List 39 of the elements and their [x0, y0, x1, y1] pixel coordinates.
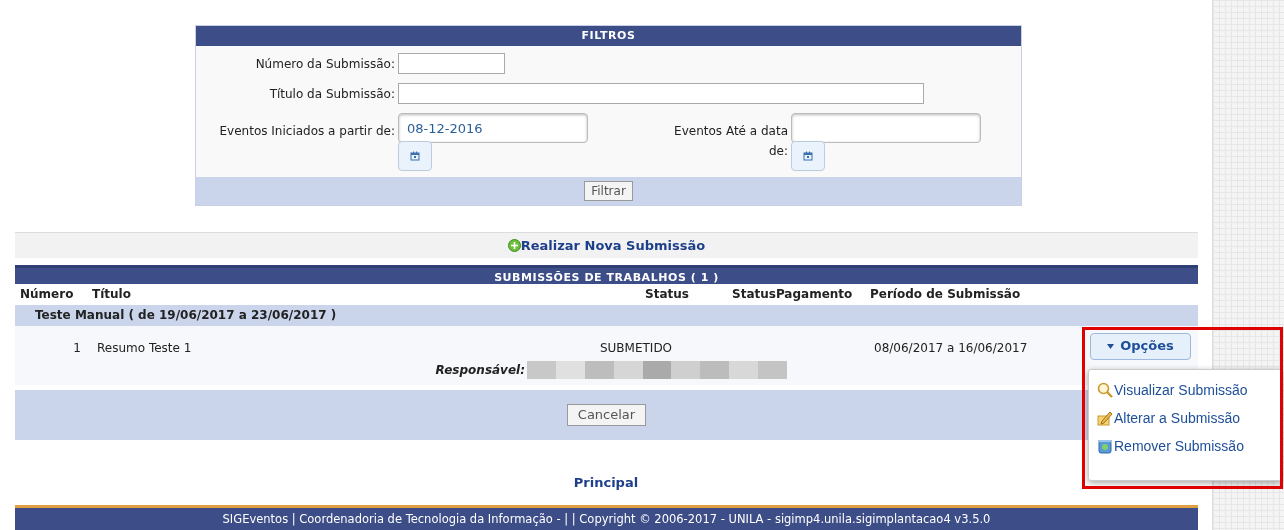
pencil-icon — [1097, 410, 1113, 426]
trash-icon — [1097, 438, 1113, 454]
table-cell-text: 08/06/2017 a 16/06/2017 — [874, 339, 1028, 357]
new-submission-link[interactable]: Realizar Nova Submissão — [507, 235, 706, 255]
menu-item[interactable]: Alterar a Submissão — [1097, 408, 1241, 428]
calendar-icon — [803, 151, 813, 161]
column-header: Número — [19, 286, 75, 303]
field-label: Título da Submissão: — [268, 85, 395, 103]
table-header: SUBMISSÕES DE TRABALHOS ( 1 ) — [15, 264, 1198, 284]
caret-icon — [1107, 343, 1115, 349]
calendar-icon — [410, 151, 420, 161]
group-row: Teste Manual ( de 19/06/2017 a 23/06/2017 ) — [15, 304, 1198, 326]
input-field[interactable] — [398, 83, 924, 104]
column-header: Status — [645, 286, 690, 303]
column-header: Período de Submissão — [870, 286, 1022, 303]
date-field[interactable] — [791, 113, 981, 143]
column-header: Título — [92, 286, 132, 303]
cancel-button[interactable]: Cancelar — [566, 403, 647, 426]
table-cell-text: 1 — [72, 339, 81, 357]
column-header: StatusPagamento — [732, 286, 854, 303]
magnifier-icon — [1097, 382, 1113, 398]
plus-icon — [507, 238, 521, 252]
field-label: Eventos Iniciados a partir de: — [218, 123, 395, 140]
page-footer: SIGEventos | Coordenadoria de Tecnologia da Informação - | | Copyright © 2006-2017 - UNILA - sigimp4.unila.sigimplantacao4 v3.5.0 — [15, 505, 1198, 530]
menu-item[interactable]: Visualizar Submissão — [1097, 380, 1248, 400]
input-field[interactable] — [398, 53, 505, 74]
options-button[interactable]: Opções — [1090, 332, 1191, 360]
table-cell-text: Resumo Teste 1 — [96, 339, 193, 357]
principal-link[interactable]: Principal — [573, 472, 639, 492]
date-field[interactable]: 08-12-2016 — [398, 113, 588, 143]
filter-button[interactable]: Filtrar — [584, 181, 633, 201]
menu-item[interactable]: Remover Submissão — [1097, 436, 1244, 456]
calendar-button[interactable] — [398, 141, 432, 171]
panel-header: FILTROS — [196, 26, 1021, 46]
table-cell-text: SUBMETIDO — [598, 339, 674, 357]
field-label: Responsável: — [434, 361, 526, 379]
field-label: Número da Submissão: — [254, 55, 395, 73]
calendar-button[interactable] — [791, 141, 825, 171]
field-label: Eventos Até a data de: — [673, 123, 788, 160]
